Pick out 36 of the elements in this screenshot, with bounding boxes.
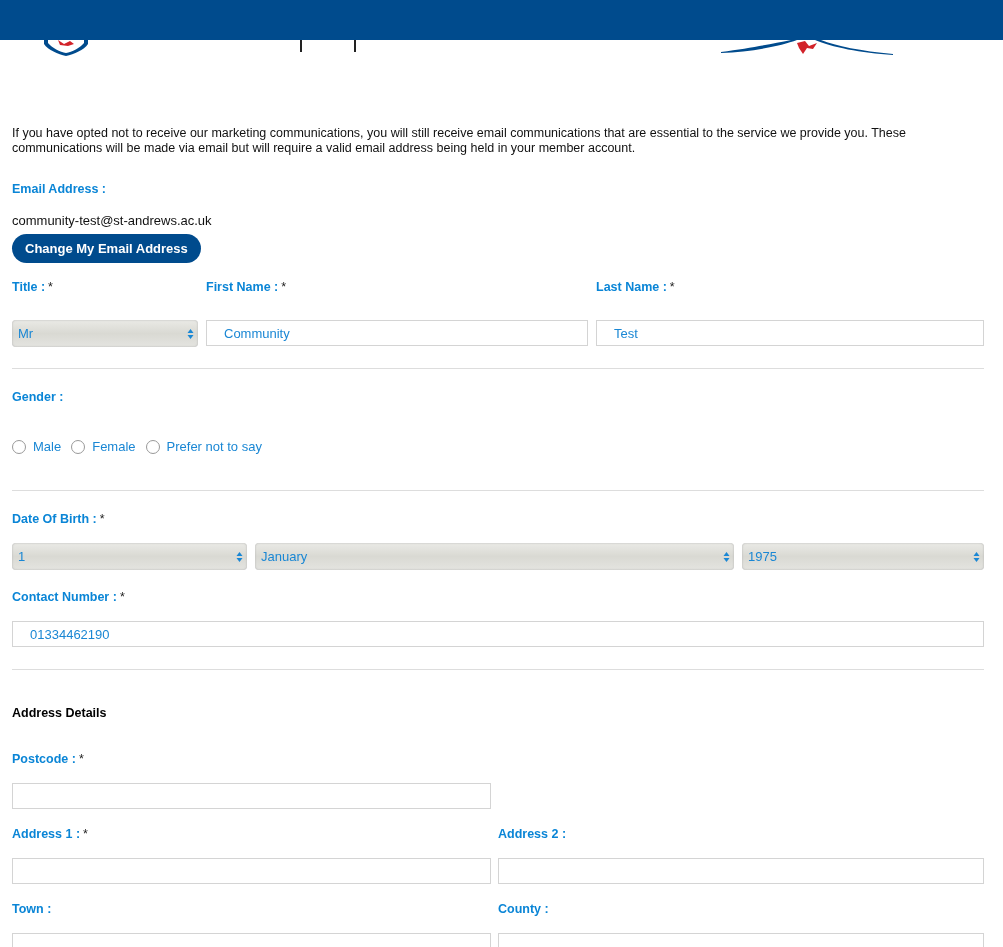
caret-icon — [187, 327, 194, 340]
select-field[interactable]: 1 — [12, 543, 247, 570]
radio-label[interactable]: Prefer not to say — [166, 439, 262, 454]
field-label: Address 1 : * — [12, 827, 89, 841]
field-label: Title : * — [12, 280, 54, 294]
radio-button[interactable] — [145, 439, 160, 454]
field-label: Address 2 : — [498, 827, 568, 841]
field-label: Email Address : — [12, 182, 107, 196]
text-field[interactable] — [12, 783, 491, 809]
field-label: Contact Number : * — [12, 590, 126, 604]
select-field[interactable]: January — [255, 543, 734, 570]
email-text: community-test@st-andrews.ac.uk — [12, 213, 213, 228]
field-label: Gender : — [12, 390, 65, 404]
field-label: Town : — [12, 902, 53, 916]
radio-button[interactable] — [71, 439, 86, 454]
text-field[interactable] — [12, 858, 491, 884]
section-heading: Address Details — [12, 706, 108, 720]
radio-label[interactable]: Female — [92, 439, 136, 454]
field-label: Date Of Birth : * — [12, 512, 106, 526]
text-field[interactable]: Community — [206, 320, 588, 346]
text-field[interactable] — [498, 858, 984, 884]
radio-label[interactable]: Male — [33, 439, 62, 454]
select-field[interactable]: 1975 — [742, 543, 984, 570]
radio-button[interactable] — [12, 439, 26, 454]
field-label: Postcode : * — [12, 752, 85, 766]
change-email-button[interactable]: Change My Email Address — [12, 234, 201, 263]
caret-icon — [236, 550, 243, 563]
caret-icon — [973, 550, 980, 563]
text-field[interactable]: Test — [596, 320, 984, 346]
field-label: County : — [498, 902, 550, 916]
select-field[interactable]: Mr — [12, 320, 198, 347]
intro-text: If you have opted not to receive our marketing communications, you will still receive email communications that are essential to the service we provide you. These communications will be made via email but will require a valid email address being held in your member account. — [12, 126, 907, 156]
caret-icon — [723, 550, 730, 563]
field-label: Last Name : * — [596, 280, 676, 294]
text-field[interactable]: 01334462190 — [12, 621, 984, 647]
field-label: First Name : * — [206, 280, 288, 294]
